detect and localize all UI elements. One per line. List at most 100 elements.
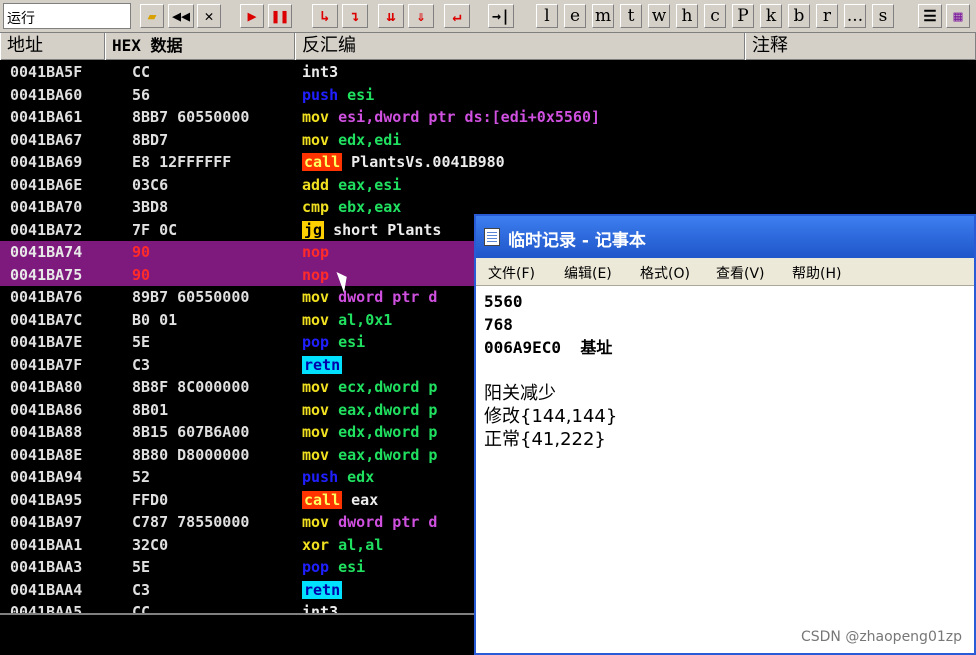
row-address: 0041BA69 bbox=[10, 153, 83, 171]
close-icon[interactable]: ✕ bbox=[197, 4, 221, 28]
row-disasm: cmp ebx,eax bbox=[302, 196, 401, 218]
row-address: 0041BA7F bbox=[10, 355, 83, 374]
row-mnemonic: mov bbox=[302, 445, 330, 464]
trace-over-icon[interactable]: ⇓ bbox=[408, 4, 434, 28]
toolbar: 运行 ▰ ◀◀ ✕ ▶ ❚❚ ↳ ↴ ⇊ ⇓ ↵ →| lemtwhcPkbr.… bbox=[0, 0, 976, 33]
toolbar-letter-button[interactable]: k bbox=[760, 4, 782, 28]
toolbar-letter-button[interactable]: s bbox=[872, 4, 894, 28]
row-hex: 32C0 bbox=[132, 535, 169, 554]
rewind-icon[interactable]: ◀◀ bbox=[168, 4, 194, 28]
row-mnemonic: nop bbox=[302, 243, 330, 261]
notepad-title-bar[interactable]: 临时记录 - 记事本 bbox=[476, 216, 974, 258]
row-hex: 89B7 60550000 bbox=[132, 288, 250, 306]
disasm-row[interactable]: 0041BA6E 03C6 add eax,esi bbox=[0, 174, 976, 197]
toolbar-letter-button[interactable]: P bbox=[732, 4, 754, 28]
row-hex: CC bbox=[132, 603, 151, 613]
row-operands: esi bbox=[338, 558, 366, 576]
row-mnemonic: add bbox=[302, 175, 330, 194]
notepad-title: 临时记录 - 记事本 bbox=[508, 231, 646, 251]
menu-view[interactable]: 查看(V) bbox=[716, 263, 765, 283]
row-hex: 5E bbox=[132, 333, 151, 351]
pause-icon[interactable]: ❚❚ bbox=[268, 4, 292, 28]
disasm-row[interactable]: 0041BA5F CC int3 bbox=[0, 61, 976, 84]
execute-till-return-icon[interactable]: ↵ bbox=[444, 4, 470, 28]
toolbar-letter-button[interactable]: ... bbox=[844, 4, 866, 28]
toolbar-letter-button[interactable]: r bbox=[816, 4, 838, 28]
row-address: 0041BA94 bbox=[10, 468, 83, 486]
toolbar-letter-button[interactable]: b bbox=[788, 4, 810, 28]
step-over-icon[interactable]: ↴ bbox=[342, 4, 368, 28]
row-operands: esi bbox=[347, 85, 375, 104]
row-operands: ebx,eax bbox=[338, 198, 402, 216]
row-disasm: add eax,esi bbox=[302, 174, 401, 196]
disasm-row[interactable]: 0041BA60 56 push esi bbox=[0, 84, 976, 107]
row-hex: B0 01 bbox=[132, 310, 178, 329]
toolbar-letter-button[interactable]: e bbox=[564, 4, 586, 28]
toolbar-letter-button[interactable]: t bbox=[620, 4, 642, 28]
watermark: CSDN @zhaopeng01zp bbox=[800, 629, 962, 645]
row-disasm: mov ecx,dword p bbox=[302, 376, 437, 398]
notepad-line: 006A9EC0 基址 bbox=[484, 338, 613, 357]
disasm-row[interactable]: 0041BA67 8BD7 mov edx,edi bbox=[0, 129, 976, 152]
column-comment[interactable]: 注释 bbox=[745, 33, 976, 60]
step-into-icon[interactable]: ↳ bbox=[312, 4, 338, 28]
row-address: 0041BA60 bbox=[10, 85, 83, 104]
row-address: 0041BAA3 bbox=[10, 558, 83, 576]
toolbar-letter-button[interactable]: c bbox=[704, 4, 726, 28]
notepad-text-area[interactable]: 5560 768 006A9EC0 基址 阳关减少 修改{144,144} 正常{41,2… bbox=[484, 290, 968, 650]
row-disasm: int3 bbox=[302, 601, 338, 613]
column-hex[interactable]: HEX 数据 bbox=[105, 33, 295, 60]
row-mnemonic: push bbox=[302, 468, 339, 486]
row-hex: C3 bbox=[132, 580, 151, 599]
row-hex: 52 bbox=[132, 468, 151, 486]
trace-into-icon[interactable]: ⇊ bbox=[378, 4, 404, 28]
list-icon[interactable]: ☰ bbox=[918, 4, 942, 28]
row-disasm: mov dword ptr d bbox=[302, 511, 437, 533]
go-to-icon[interactable]: →| bbox=[488, 4, 514, 28]
row-hex: 90 bbox=[132, 243, 151, 261]
plugin-icon[interactable]: ▦ bbox=[946, 4, 970, 28]
notepad-line: 阳关减少 bbox=[484, 383, 556, 404]
row-address: 0041BA7C bbox=[10, 310, 83, 329]
row-address: 0041BAA1 bbox=[10, 535, 83, 554]
row-mnemonic: mov bbox=[302, 310, 330, 329]
row-address: 0041BA72 bbox=[10, 220, 83, 239]
disasm-row[interactable]: 0041BA61 8BB7 60550000 mov esi,dword ptr d… bbox=[0, 106, 976, 129]
column-disasm[interactable]: 反汇编 bbox=[295, 33, 745, 60]
row-disasm: call eax bbox=[302, 489, 378, 511]
row-mnemonic: mov bbox=[302, 400, 330, 419]
toolbar-letter-button[interactable]: l bbox=[536, 4, 558, 28]
menu-edit[interactable]: 编辑(E) bbox=[564, 263, 612, 283]
row-address: 0041BA7E bbox=[10, 333, 83, 351]
menu-help[interactable]: 帮助(H) bbox=[792, 263, 841, 283]
row-operands: edx,dword p bbox=[338, 423, 438, 441]
notepad-line: 修改{144,144} bbox=[484, 406, 618, 427]
row-disasm: call PlantsVs.0041B980 bbox=[302, 151, 505, 173]
row-address: 0041BA6E bbox=[10, 175, 83, 194]
row-address: 0041BA5F bbox=[10, 63, 83, 81]
row-operands: short Plants bbox=[333, 220, 442, 239]
row-address: 0041BAA5 bbox=[10, 603, 83, 613]
open-icon[interactable]: ▰ bbox=[140, 4, 164, 28]
row-hex: 8B01 bbox=[132, 400, 169, 419]
row-hex: 8B15 607B6A00 bbox=[132, 423, 250, 441]
row-operands: dword ptr d bbox=[338, 288, 438, 306]
notepad-window[interactable]: 临时记录 - 记事本 文件(F) 编辑(E) 格式(O) 查看(V) 帮助(H)… bbox=[474, 214, 976, 655]
row-hex: 8BD7 bbox=[132, 130, 169, 149]
row-mnemonic: xor bbox=[302, 535, 330, 554]
menu-format[interactable]: 格式(O) bbox=[640, 263, 690, 283]
toolbar-letter-button[interactable]: h bbox=[676, 4, 698, 28]
row-hex: C3 bbox=[132, 355, 151, 374]
toolbar-letter-button[interactable]: m bbox=[592, 4, 614, 28]
column-address[interactable]: 地址 bbox=[0, 33, 105, 60]
row-operands: PlantsVs.0041B980 bbox=[351, 153, 505, 171]
disasm-row[interactable]: 0041BA69 E8 12FFFFFF call PlantsVs.0041B98… bbox=[0, 151, 976, 174]
run-icon[interactable]: ▶ bbox=[240, 4, 264, 28]
row-mnemonic: retn bbox=[302, 355, 343, 374]
row-mnemonic: int3 bbox=[302, 63, 339, 81]
toolbar-letter-button[interactable]: w bbox=[648, 4, 670, 28]
menu-file[interactable]: 文件(F) bbox=[488, 263, 535, 283]
row-address: 0041BA86 bbox=[10, 400, 83, 419]
row-mnemonic: pop bbox=[302, 558, 330, 576]
row-address: 0041BA61 bbox=[10, 108, 83, 126]
